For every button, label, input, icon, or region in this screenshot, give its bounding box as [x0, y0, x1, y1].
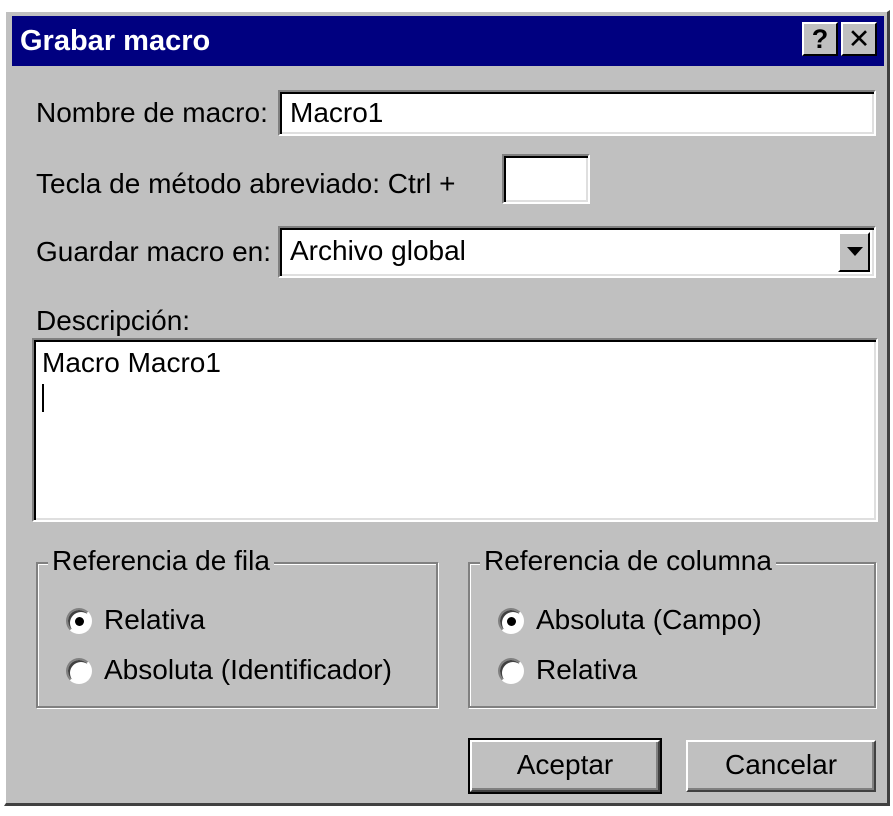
close-button[interactable]: ✕ [841, 22, 877, 56]
accept-button[interactable]: Aceptar [468, 738, 662, 794]
shortcut-label: Tecla de método abreviado: Ctrl + [36, 168, 456, 199]
description-value: Macro Macro1 [42, 347, 221, 378]
title-bar[interactable]: Grabar macro ? ✕ [12, 16, 884, 66]
column-relative-label: Relativa [536, 654, 638, 685]
row-relative-label: Relativa [104, 604, 206, 635]
radio-button-icon [66, 658, 92, 684]
macro-name-value: Macro1 [290, 97, 384, 128]
macro-name-label: Nombre de macro: [36, 97, 268, 128]
record-macro-dialog: Grabar macro ? ✕ Nombre de macro: Macro1… [4, 10, 890, 806]
column-reference-title: Referencia de columna [480, 544, 776, 578]
row-reference-title: Referencia de fila [48, 544, 274, 578]
save-in-value: Archivo global [290, 235, 466, 266]
radio-button-icon [498, 608, 524, 634]
row-reference-group: Referencia de fila Relativa Absoluta (Id… [36, 544, 438, 708]
chevron-down-icon [847, 247, 863, 256]
save-in-label: Guardar macro en: [36, 236, 271, 267]
radio-button-icon [66, 608, 92, 634]
radio-button-icon [498, 658, 524, 684]
save-in-select[interactable]: Archivo global [278, 226, 876, 278]
text-caret [42, 384, 44, 412]
help-button[interactable]: ? [802, 22, 838, 56]
column-reference-group: Referencia de columna Absoluta (Campo) R… [468, 544, 876, 708]
cancel-button[interactable]: Cancelar [686, 740, 876, 792]
dropdown-button[interactable] [838, 232, 870, 272]
shortcut-key-input[interactable] [502, 154, 590, 204]
macro-name-input[interactable]: Macro1 [278, 90, 876, 136]
description-textarea[interactable]: Macro Macro1 [32, 338, 878, 522]
window-title: Grabar macro [20, 25, 211, 57]
description-label: Descripción: [36, 305, 191, 336]
column-absolute-label: Absoluta (Campo) [536, 604, 762, 635]
row-absolute-label: Absoluta (Identificador) [104, 654, 392, 685]
